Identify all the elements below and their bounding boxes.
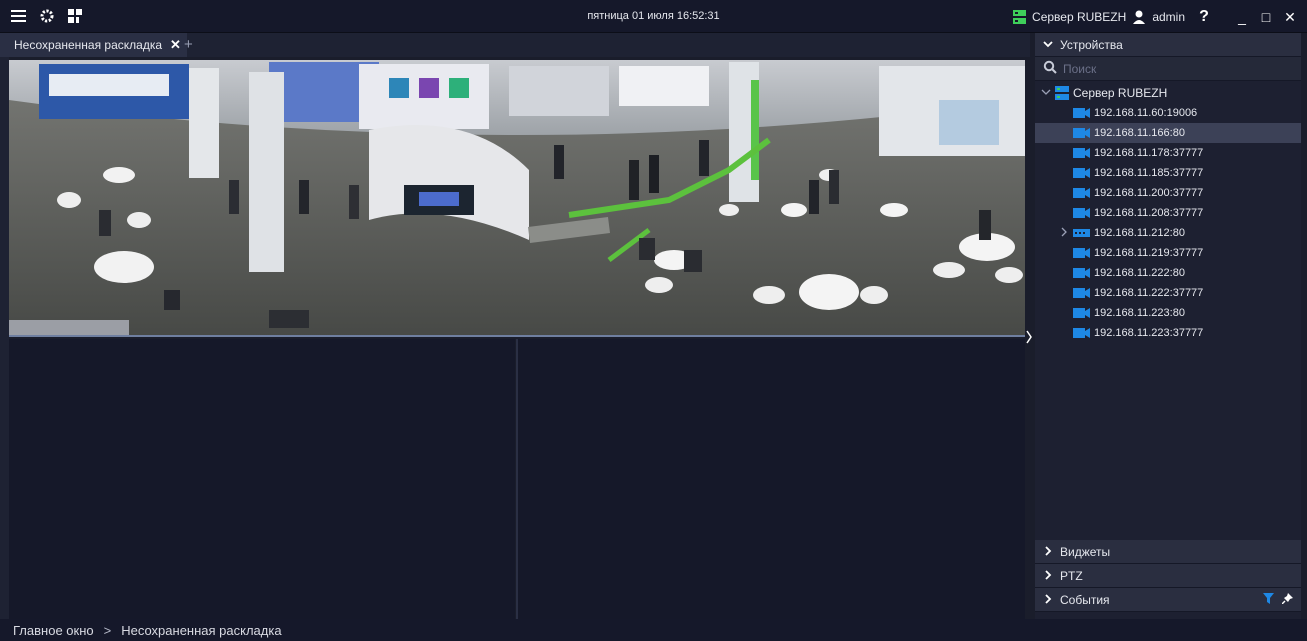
dvr-icon (1073, 228, 1090, 238)
tree-server-node[interactable]: Сервер RUBEZH (1035, 83, 1301, 103)
section-widgets-header[interactable]: Виджеты (1035, 540, 1301, 564)
layout-grid-icon[interactable] (66, 8, 84, 24)
panel-collapsed-sections: Виджеты PTZ События (1035, 540, 1301, 612)
camera-item[interactable]: 192.168.11.60:19006 (1035, 103, 1301, 123)
chevron-right-icon (1043, 593, 1053, 607)
camera-label: 192.168.11.223:37777 (1094, 327, 1204, 339)
camera-label: 192.168.11.208:37777 (1094, 207, 1204, 219)
camera-label: 192.168.11.222:80 (1094, 267, 1185, 279)
camera-icon (1073, 288, 1090, 298)
camera-item-expandable[interactable]: 192.168.11.212:80 (1035, 223, 1301, 243)
camera-icon (1073, 188, 1090, 198)
tab-label: Несохраненная раскладка (14, 38, 163, 52)
device-search (1035, 57, 1301, 81)
camera-label: 192.168.11.222:37777 (1094, 287, 1204, 299)
camera-item[interactable]: 192.168.11.185:37777 (1035, 163, 1301, 183)
camera-icon (1073, 168, 1090, 178)
add-tab-button[interactable]: + (184, 36, 193, 53)
breadcrumb-root[interactable]: Главное окно (13, 623, 94, 638)
chevron-down-icon (1043, 38, 1053, 52)
server-icon (1055, 86, 1069, 100)
camera-label: 192.168.11.212:80 (1094, 227, 1185, 239)
camera-icon (1073, 308, 1090, 318)
tab-unsaved-layout[interactable]: Несохраненная раскладка ✕ (0, 33, 187, 57)
maximize-button[interactable]: □ (1257, 9, 1275, 25)
chevron-right-icon[interactable] (1060, 227, 1068, 240)
camera-item[interactable]: 192.168.11.208:37777 (1035, 203, 1301, 223)
chevron-right-icon: > (103, 622, 112, 638)
menu-icon[interactable] (10, 8, 28, 24)
gear-icon[interactable] (38, 8, 56, 24)
tab-close-icon[interactable]: ✕ (170, 37, 181, 53)
camera-item-selected[interactable]: 192.168.11.166:80 (1035, 123, 1301, 143)
chevron-right-icon (1043, 569, 1053, 583)
close-button[interactable]: ✕ (1281, 9, 1299, 26)
section-widgets-label: Виджеты (1060, 544, 1111, 559)
camera-item[interactable]: 192.168.11.222:37777 (1035, 283, 1301, 303)
camera-frame-image (9, 60, 1025, 335)
help-button[interactable]: ? (1195, 8, 1213, 26)
camera-icon (1073, 208, 1090, 218)
breadcrumb: Главное окно > Несохраненная раскладка (0, 619, 1307, 641)
toolbar-left (10, 8, 84, 24)
filter-icon[interactable] (1263, 592, 1274, 607)
camera-item[interactable]: 192.168.11.219:37777 (1035, 243, 1301, 263)
section-events-label: События (1060, 592, 1110, 607)
user-icon[interactable] (1132, 9, 1146, 25)
camera-icon (1073, 328, 1090, 338)
section-ptz-header[interactable]: PTZ (1035, 564, 1301, 588)
layout-cell-empty-1[interactable] (9, 339, 515, 619)
camera-icon (1073, 128, 1090, 138)
section-ptz-label: PTZ (1060, 568, 1083, 583)
chevron-right-icon (1043, 545, 1053, 559)
viewport-edge (0, 57, 9, 619)
toolbar-right: Сервер RUBEZH admin ? _ □ ✕ (1013, 8, 1299, 26)
server-label[interactable]: Сервер RUBEZH (1032, 10, 1126, 24)
camera-item[interactable]: 192.168.11.222:80 (1035, 263, 1301, 283)
camera-item[interactable]: 192.168.11.178:37777 (1035, 143, 1301, 163)
layout-cell-empty-2[interactable] (518, 339, 1025, 619)
layout-tab-bar: Несохраненная раскладка ✕ + (0, 33, 1030, 57)
camera-icon (1073, 108, 1090, 118)
camera-label: 192.168.11.185:37777 (1094, 167, 1204, 179)
device-tree: Сервер RUBEZH 192.168.11.60:19006 192.16… (1035, 81, 1301, 545)
pin-icon[interactable] (1281, 592, 1293, 607)
camera-label: 192.168.11.178:37777 (1094, 147, 1204, 159)
camera-label: 192.168.11.200:37777 (1094, 187, 1204, 199)
section-devices-header[interactable]: Устройства (1035, 33, 1301, 57)
breadcrumb-current: Несохраненная раскладка (121, 622, 282, 638)
devices-panel: Устройства Сервер RUBEZH 192.168.11.60:1… (1035, 33, 1301, 619)
camera-icon (1073, 268, 1090, 278)
camera-label: 192.168.11.219:37777 (1094, 247, 1204, 259)
camera-label: 192.168.11.223:80 (1094, 307, 1185, 319)
camera-icon (1073, 148, 1090, 158)
chevron-down-icon[interactable] (1041, 87, 1051, 100)
section-events-header[interactable]: События (1035, 588, 1301, 612)
camera-item[interactable]: 192.168.11.200:37777 (1035, 183, 1301, 203)
search-input[interactable] (1063, 61, 1283, 76)
camera-label: 192.168.11.166:80 (1094, 127, 1185, 139)
events-tools (1263, 592, 1301, 607)
camera-item[interactable]: 192.168.11.223:80 (1035, 303, 1301, 323)
search-icon (1043, 60, 1057, 77)
server-icon (1013, 10, 1027, 24)
camera-label: 192.168.11.60:19006 (1094, 107, 1198, 119)
camera-item[interactable]: 192.168.11.223:37777 (1035, 323, 1301, 343)
collapse-panel-arrow-icon[interactable] (1026, 330, 1032, 344)
title-bar: пятница 01 июля 16:52:31 Сервер RUBEZH a… (0, 0, 1307, 33)
minimize-button[interactable]: _ (1233, 9, 1251, 25)
camera-icon (1073, 248, 1090, 258)
user-name[interactable]: admin (1152, 10, 1185, 24)
camera-video-view[interactable] (9, 60, 1025, 337)
section-devices-label: Устройства (1060, 37, 1123, 52)
server-name: Сервер RUBEZH (1073, 86, 1168, 100)
